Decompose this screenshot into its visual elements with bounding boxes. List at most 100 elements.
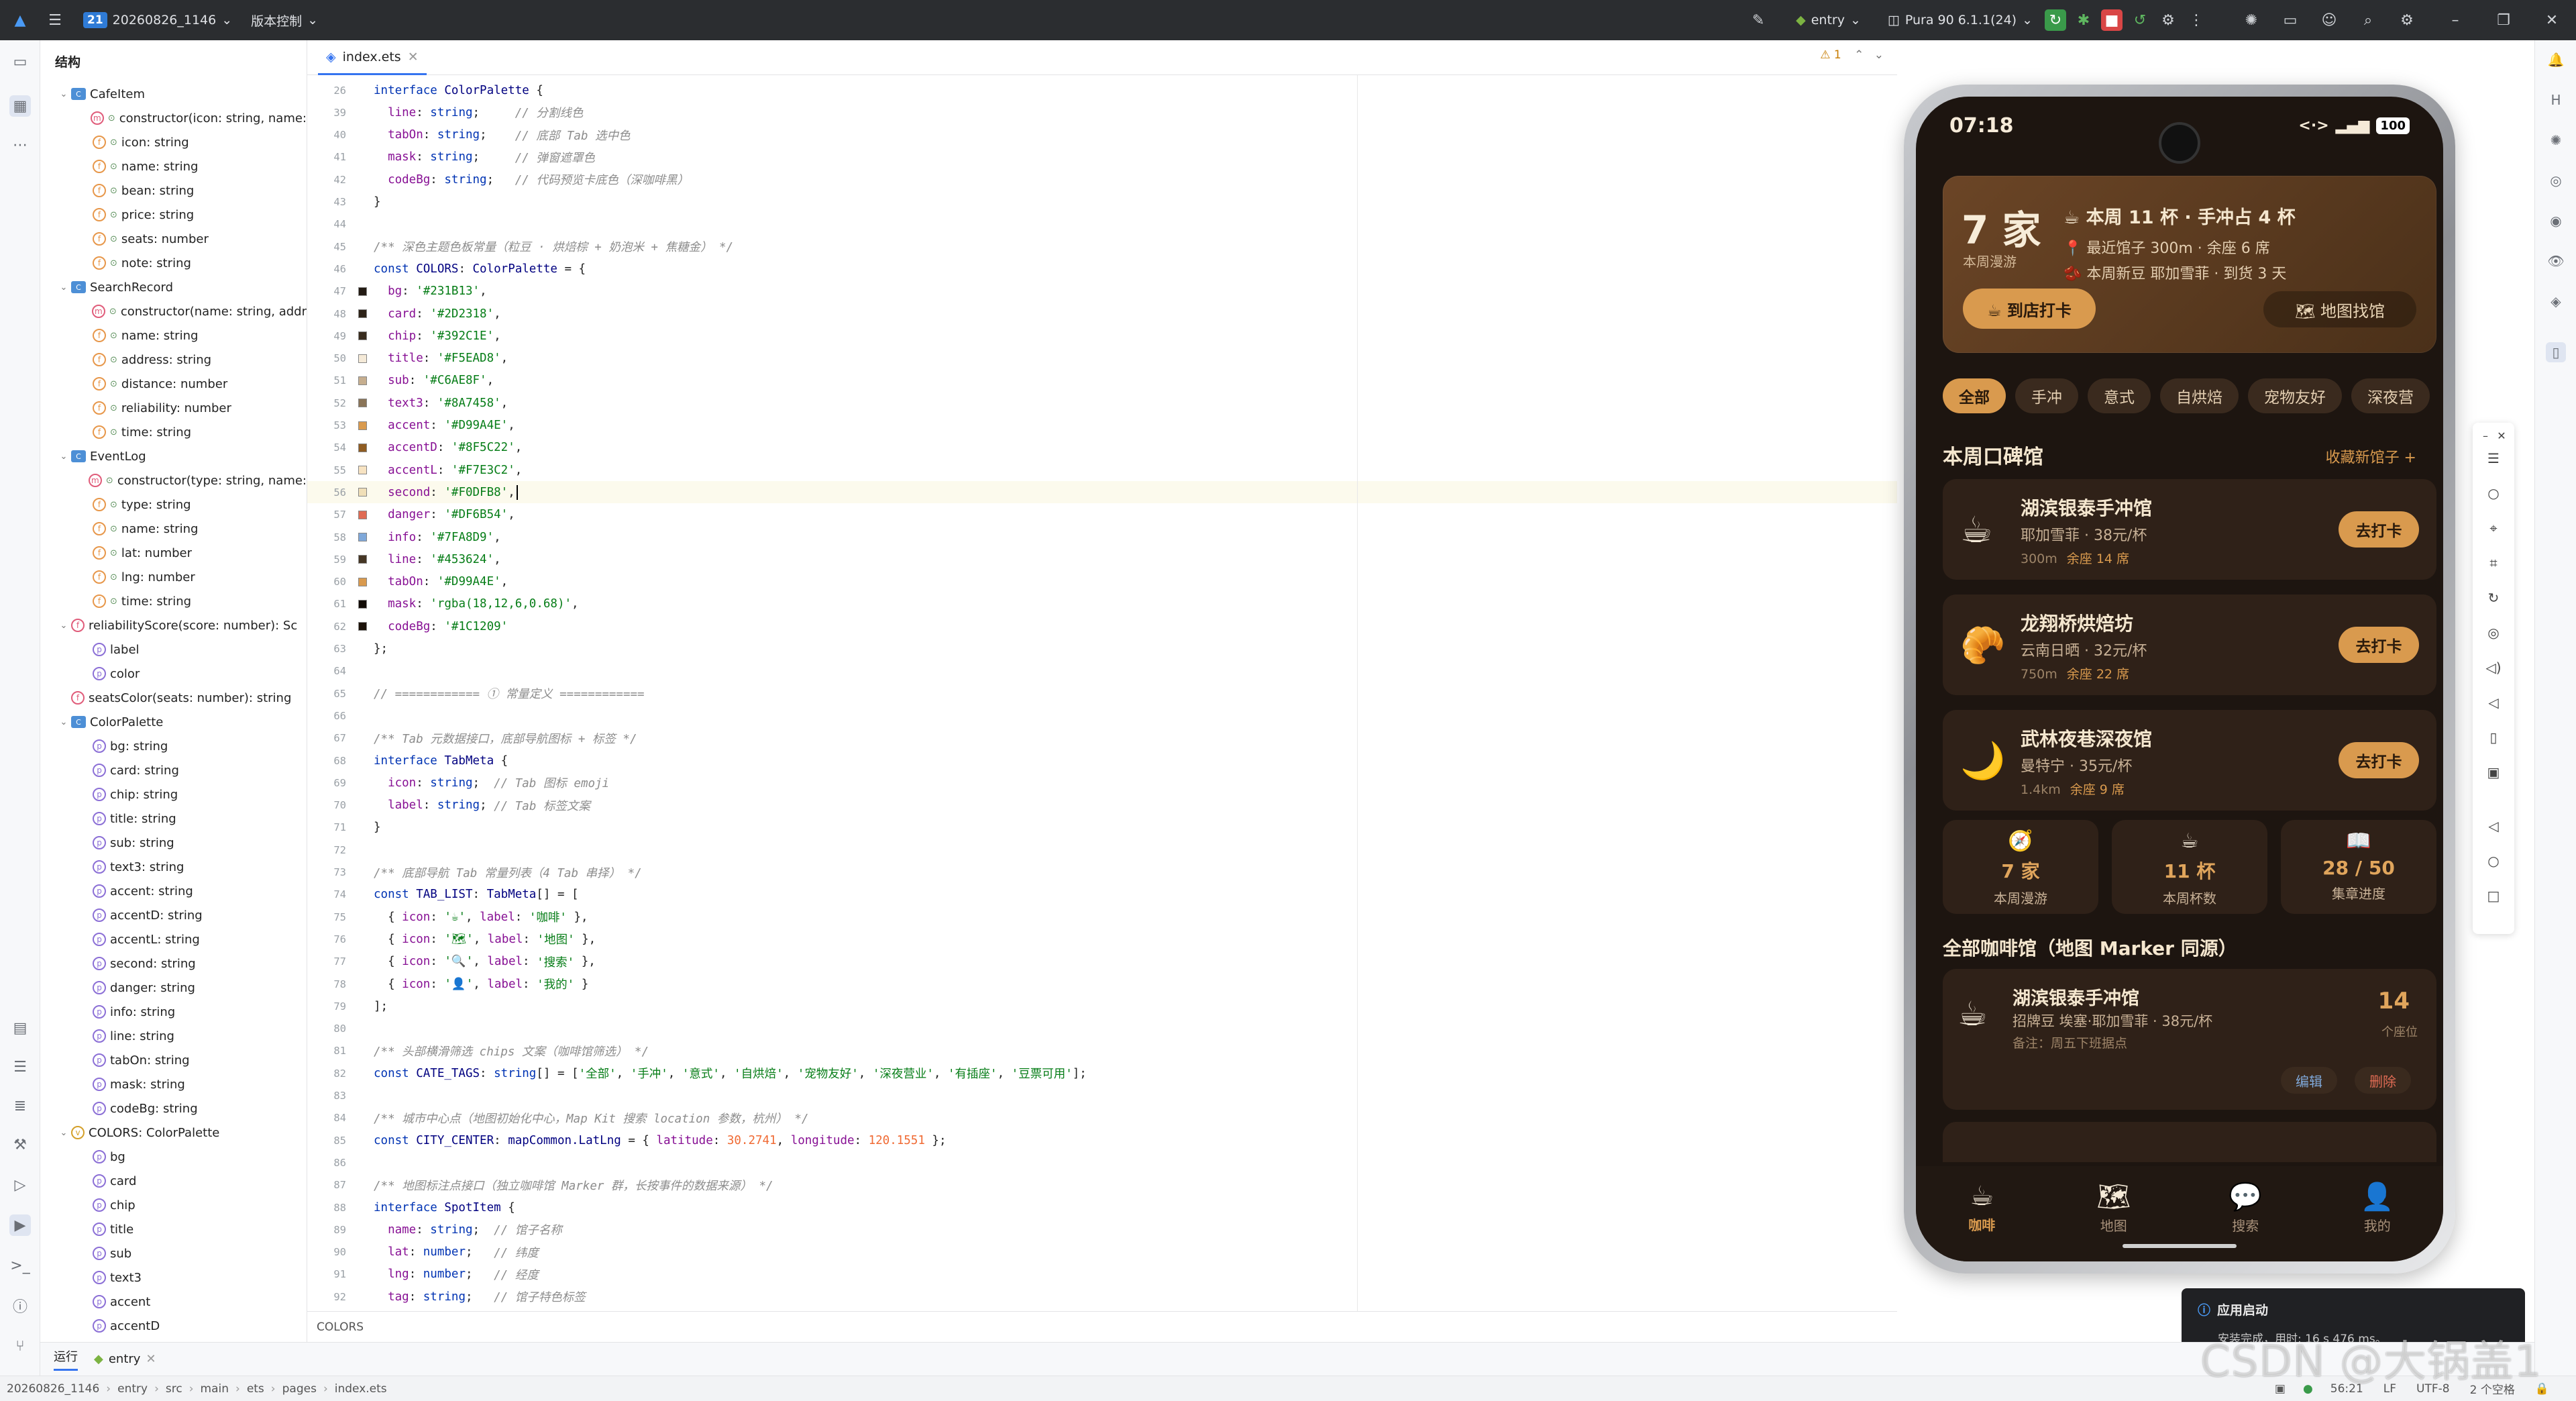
tree-item[interactable]: p sub: string	[40, 831, 307, 855]
tree-item[interactable]: ⌄ v COLORS: ColorPalette	[40, 1121, 307, 1145]
tree-item[interactable]: p second: string	[40, 951, 307, 976]
inspection-widget[interactable]: ⚠ 1 ⌃ ⌄	[1820, 48, 1884, 62]
tree-item[interactable]: p codeBg: string	[40, 1096, 307, 1121]
device-selector[interactable]: ◫ Pura 90 6.1.1(24) ⌄	[1888, 13, 2033, 28]
tree-item[interactable]: f ⊙ seats: number	[40, 227, 307, 251]
code-line[interactable]: 85 const CITY_CENTER: mapCommon.LatLng = …	[307, 1129, 1897, 1151]
debug-icon[interactable]: ✱	[2073, 9, 2094, 31]
line-number[interactable]: 75	[307, 911, 361, 923]
code-line[interactable]: 77 { icon: '🔍', label: '搜索' },	[307, 951, 1897, 973]
more-tools-icon[interactable]: ⋯	[9, 134, 31, 156]
tree-item[interactable]: p bg: string	[40, 734, 307, 758]
line-number[interactable]: 53	[307, 419, 361, 431]
line-number[interactable]: 40	[307, 129, 361, 141]
tree-item[interactable]: m ⊙ constructor(type: string, name:	[40, 468, 307, 492]
code-line[interactable]: 42 codeBg: string; // 代码预览卡底色（深咖啡黑）	[307, 168, 1897, 191]
filter-chip[interactable]: 全部	[1943, 378, 2006, 413]
line-number[interactable]: 81	[307, 1045, 361, 1057]
code-line[interactable]: 74 const TAB_LIST: TabMeta[] = [	[307, 884, 1897, 906]
codegenie-icon[interactable]: ◎	[2546, 170, 2566, 191]
close-icon[interactable]: ✕	[146, 1352, 156, 1366]
tree-item[interactable]: p accent: string	[40, 879, 307, 903]
line-number[interactable]: 58	[307, 531, 361, 543]
color-swatch[interactable]	[358, 309, 367, 318]
add-cafe-link[interactable]: 收藏新馆子 +	[2326, 446, 2416, 467]
power-icon[interactable]: ○	[2483, 483, 2504, 503]
code-line[interactable]: 91 lng: number; // 经度	[307, 1263, 1897, 1286]
tree-item[interactable]: p accentD	[40, 1314, 307, 1338]
tree-item[interactable]: m ⊙ constructor(name: string, addr	[40, 299, 307, 323]
recents-icon[interactable]: □	[2483, 886, 2504, 906]
code-line[interactable]: 39 line: string; // 分割线色	[307, 101, 1897, 123]
line-number[interactable]: 78	[307, 978, 361, 990]
code-line[interactable]: 46 const COLORS: ColorPalette = {	[307, 258, 1897, 280]
problems-icon[interactable]: ⓘ	[9, 1295, 31, 1316]
project-selector[interactable]: 21 20260826_1146 ⌄	[83, 12, 232, 28]
code-line[interactable]: 45 /** 深色主题色板常量（粒豆 · 烘焙棕 + 奶泡米 + 焦糖金） */	[307, 236, 1897, 258]
code-line[interactable]: 50 title: '#F5EAD8',	[307, 348, 1897, 370]
tree-item[interactable]: p accent	[40, 1290, 307, 1314]
line-number[interactable]: 74	[307, 888, 361, 900]
code-line[interactable]: 48 card: '#2D2318',	[307, 303, 1897, 325]
app-logo-icon[interactable]: ▲	[9, 9, 31, 31]
line-number[interactable]: 60	[307, 576, 361, 588]
code-line[interactable]: 92 tag: string; // 馆子特色标签	[307, 1286, 1897, 1308]
tab-index-ets[interactable]: ◈ index.ets ✕	[318, 40, 427, 75]
tree-item[interactable]: f ⊙ reliability: number	[40, 396, 307, 420]
structure-icon[interactable]: ▦	[9, 95, 31, 117]
profiler-icon[interactable]: ⚙	[2157, 9, 2179, 31]
tree-item[interactable]: p line: string	[40, 1024, 307, 1048]
code-line[interactable]: 84 /** 城市中心点（地图初始化中心，Map Kit 搜索 location …	[307, 1107, 1897, 1129]
vcs-menu[interactable]: 版本控制 ⌄	[251, 11, 318, 30]
line-number[interactable]: 80	[307, 1023, 361, 1035]
tree-item[interactable]: p text3	[40, 1265, 307, 1290]
pointer-off-icon[interactable]: ⌖	[2483, 518, 2504, 538]
path-crumb[interactable]: entry	[117, 1382, 148, 1396]
preview-icon[interactable]: 👁	[2546, 251, 2566, 271]
device-icon[interactable]: ▯	[2546, 342, 2566, 362]
code-line[interactable]: 69 icon: string; // Tab 图标 emoji	[307, 772, 1897, 794]
build-icon[interactable]: ⚒	[9, 1134, 31, 1155]
nav-tab[interactable]: 👤 我的	[2327, 1181, 2428, 1261]
run-config-tab[interactable]: ◆ entry ✕	[94, 1352, 156, 1366]
filter-chip[interactable]: 手冲	[2015, 378, 2078, 413]
line-number[interactable]: 65	[307, 688, 361, 700]
path-crumb[interactable]: main	[201, 1382, 229, 1396]
line-number[interactable]: 88	[307, 1202, 361, 1214]
nav-tab[interactable]: 💬 搜索	[2195, 1181, 2296, 1261]
tree-item[interactable]: p sub	[40, 1241, 307, 1265]
line-number[interactable]: 62	[307, 621, 361, 633]
services-icon[interactable]: ▷	[9, 1174, 31, 1196]
line-number[interactable]: 85	[307, 1135, 361, 1147]
code-line[interactable]: 43}	[307, 191, 1897, 213]
filter-chip[interactable]: 意式	[2088, 378, 2151, 413]
layers-icon[interactable]: ≣	[9, 1095, 31, 1117]
tree-item[interactable]: f ⊙ price: string	[40, 203, 307, 227]
code-line[interactable]: 65 // ============ ① 常量定义 ============	[307, 682, 1897, 705]
tree-item[interactable]: ⌄ C SearchRecord	[40, 275, 307, 299]
tree-item[interactable]: p accentL: string	[40, 927, 307, 951]
rerun-icon[interactable]: ↻	[2045, 9, 2066, 31]
nav-tab[interactable]: ☕ 咖啡	[1931, 1181, 2032, 1261]
code-line[interactable]: 44	[307, 213, 1897, 236]
git-icon[interactable]: ⑂	[9, 1335, 31, 1357]
color-swatch[interactable]	[358, 399, 367, 408]
tree-item[interactable]: f ⊙ bean: string	[40, 178, 307, 203]
color-swatch[interactable]	[358, 488, 367, 497]
filter-chip[interactable]: 宠物友好	[2248, 378, 2342, 413]
line-number[interactable]: 50	[307, 352, 361, 364]
search-icon[interactable]: ⌕	[2357, 9, 2379, 31]
volume-up-icon[interactable]: ◁)	[2483, 658, 2504, 678]
line-number[interactable]: 63	[307, 643, 361, 655]
checkin-button[interactable]: 去打卡	[2339, 627, 2419, 663]
line-number[interactable]: 72	[307, 844, 361, 856]
code-line[interactable]: 53 accent: '#D99A4E',	[307, 415, 1897, 437]
color-swatch[interactable]	[358, 555, 367, 564]
checkin-button[interactable]: 去打卡	[2339, 511, 2419, 548]
line-number[interactable]: 73	[307, 866, 361, 878]
tree-item[interactable]: p chip	[40, 1193, 307, 1217]
line-number[interactable]: 64	[307, 665, 361, 677]
checkin-button[interactable]: 去打卡	[2339, 742, 2419, 778]
line-number[interactable]: 26	[307, 85, 361, 97]
tree-item[interactable]: f ⊙ address: string	[40, 348, 307, 372]
